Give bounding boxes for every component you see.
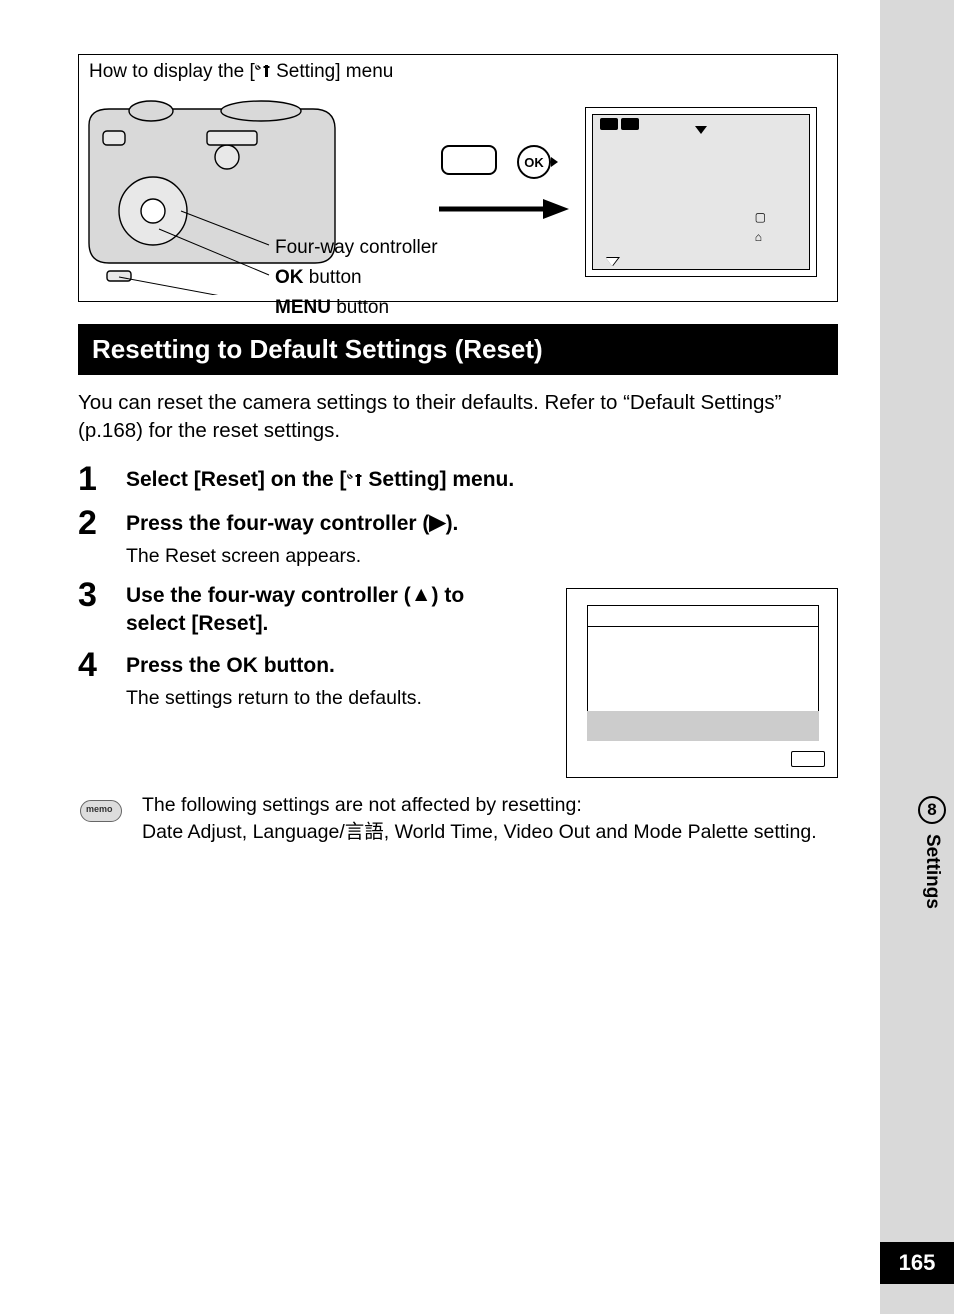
- lcd-tab-icons: [600, 118, 639, 130]
- preview-title-row: [587, 605, 819, 627]
- howto-title: How to display the [ Setting] menu: [89, 61, 827, 83]
- step-number: 2: [78, 504, 104, 567]
- lcd-square-icon: ▢: [755, 210, 766, 224]
- step-number: 3: [78, 576, 104, 639]
- preview-highlight-bar: [587, 711, 819, 741]
- label-menu: MENU button: [275, 293, 438, 323]
- preview-ok-tab: [791, 751, 825, 767]
- lcd-home-icon: ⌂: [755, 230, 762, 244]
- setting-tool-icon: [255, 63, 271, 79]
- step-2-title: Press the four-way controller (▶).: [126, 510, 838, 538]
- ok-button-graphic: OK: [517, 145, 551, 179]
- lcd-screen-graphic: ▢ ⌂: [585, 107, 817, 277]
- step-1: 1 Select [Reset] on the [ Setting] menu.: [78, 460, 838, 496]
- label-ok-bold: OK: [275, 267, 304, 288]
- step-1-title: Select [Reset] on the [ Setting] menu.: [126, 466, 838, 494]
- intro-paragraph: You can reset the camera settings to the…: [78, 389, 838, 444]
- ok-bold: OK: [226, 654, 258, 677]
- chapter-number-badge: 8: [918, 796, 946, 824]
- section-heading: Resetting to Default Settings (Reset): [78, 324, 838, 375]
- cjk-language-glyph: 言語: [345, 821, 384, 843]
- lcd-down-arrow-icon: [695, 126, 707, 134]
- memo-row: memo The following settings are not affe…: [78, 792, 838, 847]
- label-menu-bold: MENU: [275, 297, 331, 318]
- page-content: How to display the [ Setting] menu: [78, 54, 838, 846]
- memo-icon: memo: [78, 792, 126, 828]
- label-ok: OK button: [275, 263, 438, 293]
- memo-line-1: The following settings are not affected …: [142, 792, 817, 819]
- setting-tool-icon: [347, 472, 363, 488]
- step-3-title: Use the four-way controller (▲) to selec…: [126, 582, 506, 639]
- memo-text: The following settings are not affected …: [142, 792, 817, 847]
- step-number: 1: [78, 460, 104, 496]
- step-2: 2 Press the four-way controller (▶). The…: [78, 504, 838, 567]
- label-ok-rest: button: [304, 267, 362, 288]
- howto-inner: Four-way controller OK button MENU butto…: [89, 89, 827, 289]
- arrow-right-icon: [439, 197, 569, 221]
- step-2-sub: The Reset screen appears.: [126, 545, 838, 568]
- side-chapter-tab: 8 Settings: [910, 786, 954, 923]
- page-margin-gray: [880, 0, 954, 1314]
- up-arrow-glyph: ▲: [411, 581, 432, 609]
- step-4-title: Press the OK button.: [126, 652, 506, 680]
- howto-box: How to display the [ Setting] menu: [78, 54, 838, 302]
- step-4-sub: The settings return to the defaults.: [126, 687, 506, 710]
- lcd-bottom-arrow-icon: [606, 258, 618, 266]
- step-number: 4: [78, 646, 104, 709]
- howto-labels: Four-way controller OK button MENU butto…: [275, 233, 438, 323]
- right-arrow-glyph: ▶: [429, 509, 445, 537]
- howto-title-prefix: How to display the [: [89, 61, 255, 82]
- label-menu-rest: button: [331, 297, 389, 318]
- label-fourway: Four-way controller: [275, 233, 438, 263]
- reset-screen-preview: [566, 588, 838, 778]
- howto-title-suffix: Setting] menu: [271, 61, 394, 82]
- memo-line-2: Date Adjust, Language/言語, World Time, Vi…: [142, 819, 817, 846]
- menu-button-graphic: [441, 145, 497, 175]
- page-number: 165: [880, 1242, 954, 1284]
- ok-badge-text: OK: [524, 155, 544, 170]
- chapter-label: Settings: [921, 834, 943, 909]
